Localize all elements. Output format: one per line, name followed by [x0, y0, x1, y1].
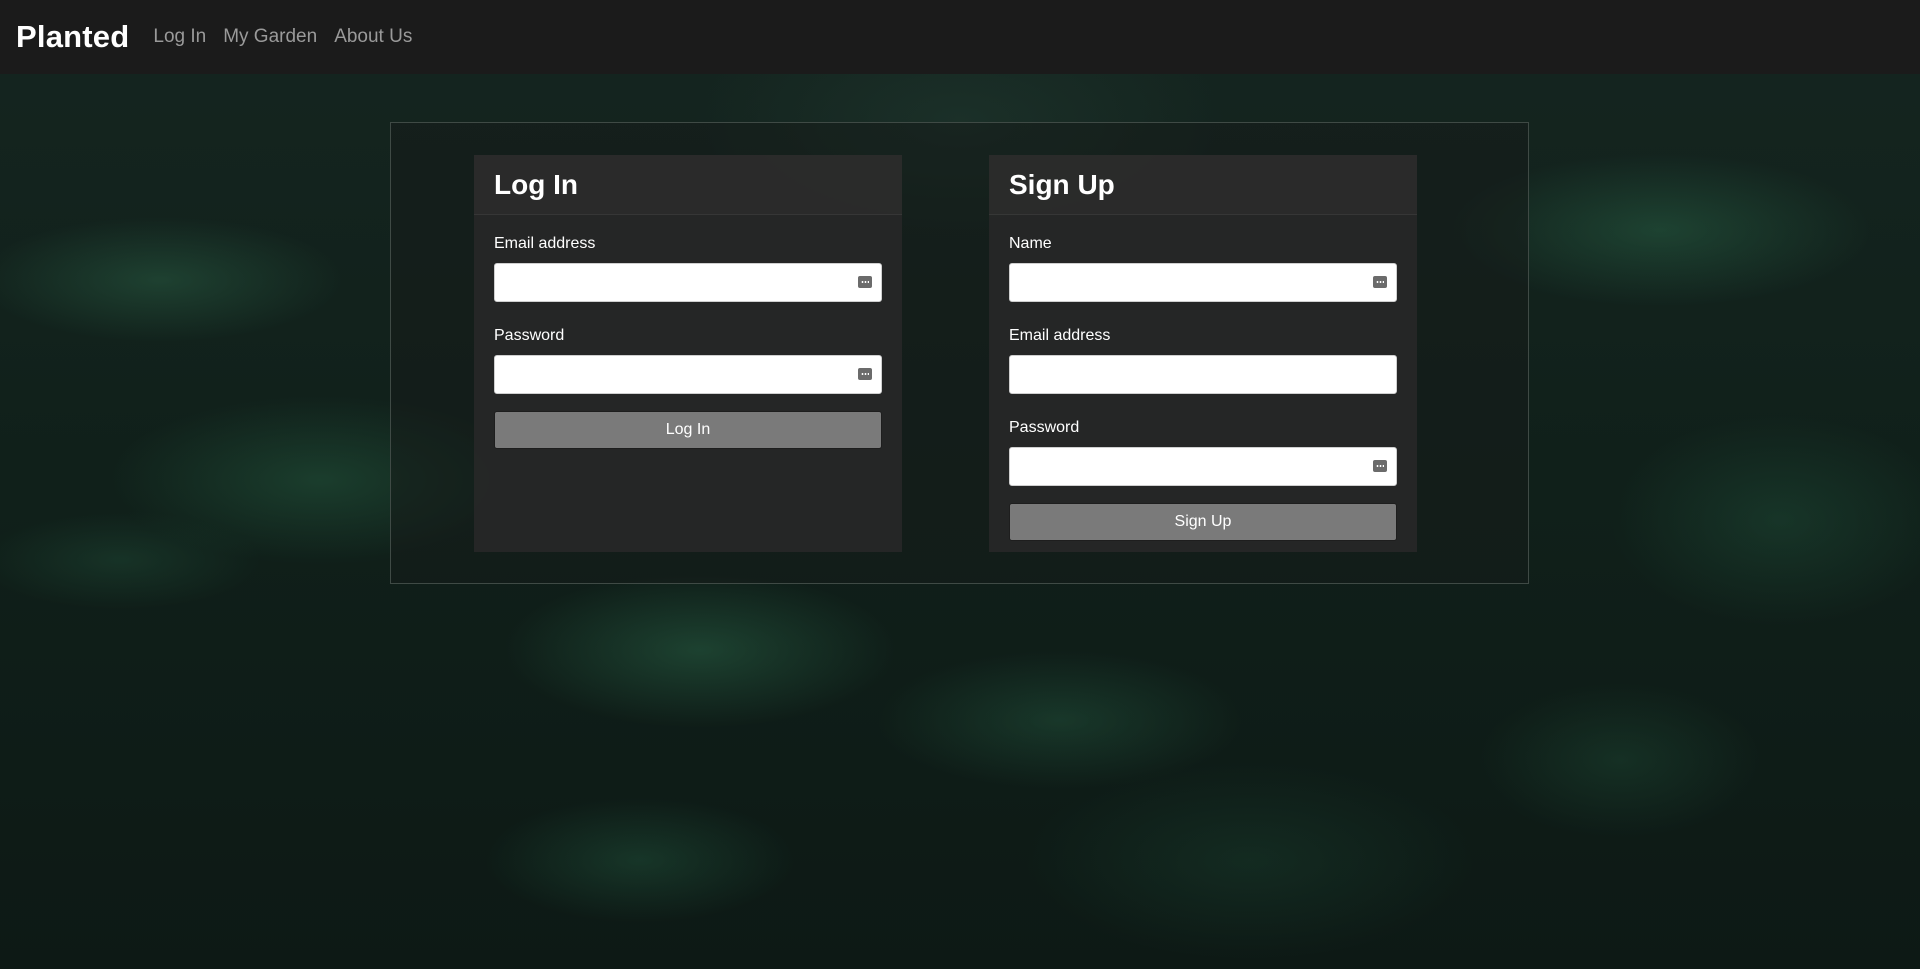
- nav-link-my-garden[interactable]: My Garden: [223, 26, 317, 48]
- signup-password-label: Password: [1009, 419, 1080, 436]
- login-password-label: Password: [494, 327, 565, 344]
- signup-email-label: Email address: [1009, 327, 1111, 344]
- signup-button[interactable]: Sign Up: [1009, 503, 1397, 541]
- signup-email-wrap: [1009, 355, 1397, 394]
- signup-card: Sign Up Name Email address Password Sign…: [989, 155, 1417, 552]
- login-button[interactable]: Log In: [494, 411, 882, 449]
- signup-password-input[interactable]: [1009, 447, 1397, 486]
- signup-card-header: Sign Up: [989, 155, 1417, 215]
- login-title: Log In: [494, 169, 578, 200]
- brand-logo[interactable]: Planted: [16, 19, 129, 55]
- login-card-body: Email address Password Log In: [474, 215, 902, 449]
- nav-link-about-us[interactable]: About Us: [334, 26, 412, 48]
- password-manager-icon[interactable]: [1373, 460, 1387, 472]
- password-manager-icon[interactable]: [1373, 276, 1387, 288]
- signup-name-wrap: [1009, 263, 1397, 302]
- nav-link-log-in[interactable]: Log In: [153, 26, 206, 48]
- signup-card-body: Name Email address Password Sign Up: [989, 215, 1417, 541]
- auth-container: Log In Email address Password Log In Sig…: [390, 122, 1529, 584]
- login-email-input[interactable]: [494, 263, 882, 302]
- password-manager-icon[interactable]: [858, 276, 872, 288]
- signup-password-wrap: [1009, 447, 1397, 486]
- login-password-wrap: [494, 355, 882, 394]
- login-card-header: Log In: [474, 155, 902, 215]
- password-manager-icon[interactable]: [858, 368, 872, 380]
- signup-email-input[interactable]: [1009, 355, 1397, 394]
- login-card: Log In Email address Password Log In: [474, 155, 902, 552]
- login-email-label: Email address: [494, 235, 596, 252]
- login-email-wrap: [494, 263, 882, 302]
- login-password-input[interactable]: [494, 355, 882, 394]
- signup-name-input[interactable]: [1009, 263, 1397, 302]
- signup-title: Sign Up: [1009, 169, 1115, 200]
- signup-name-label: Name: [1009, 235, 1052, 252]
- top-navbar: Planted Log In My Garden About Us: [0, 0, 1920, 74]
